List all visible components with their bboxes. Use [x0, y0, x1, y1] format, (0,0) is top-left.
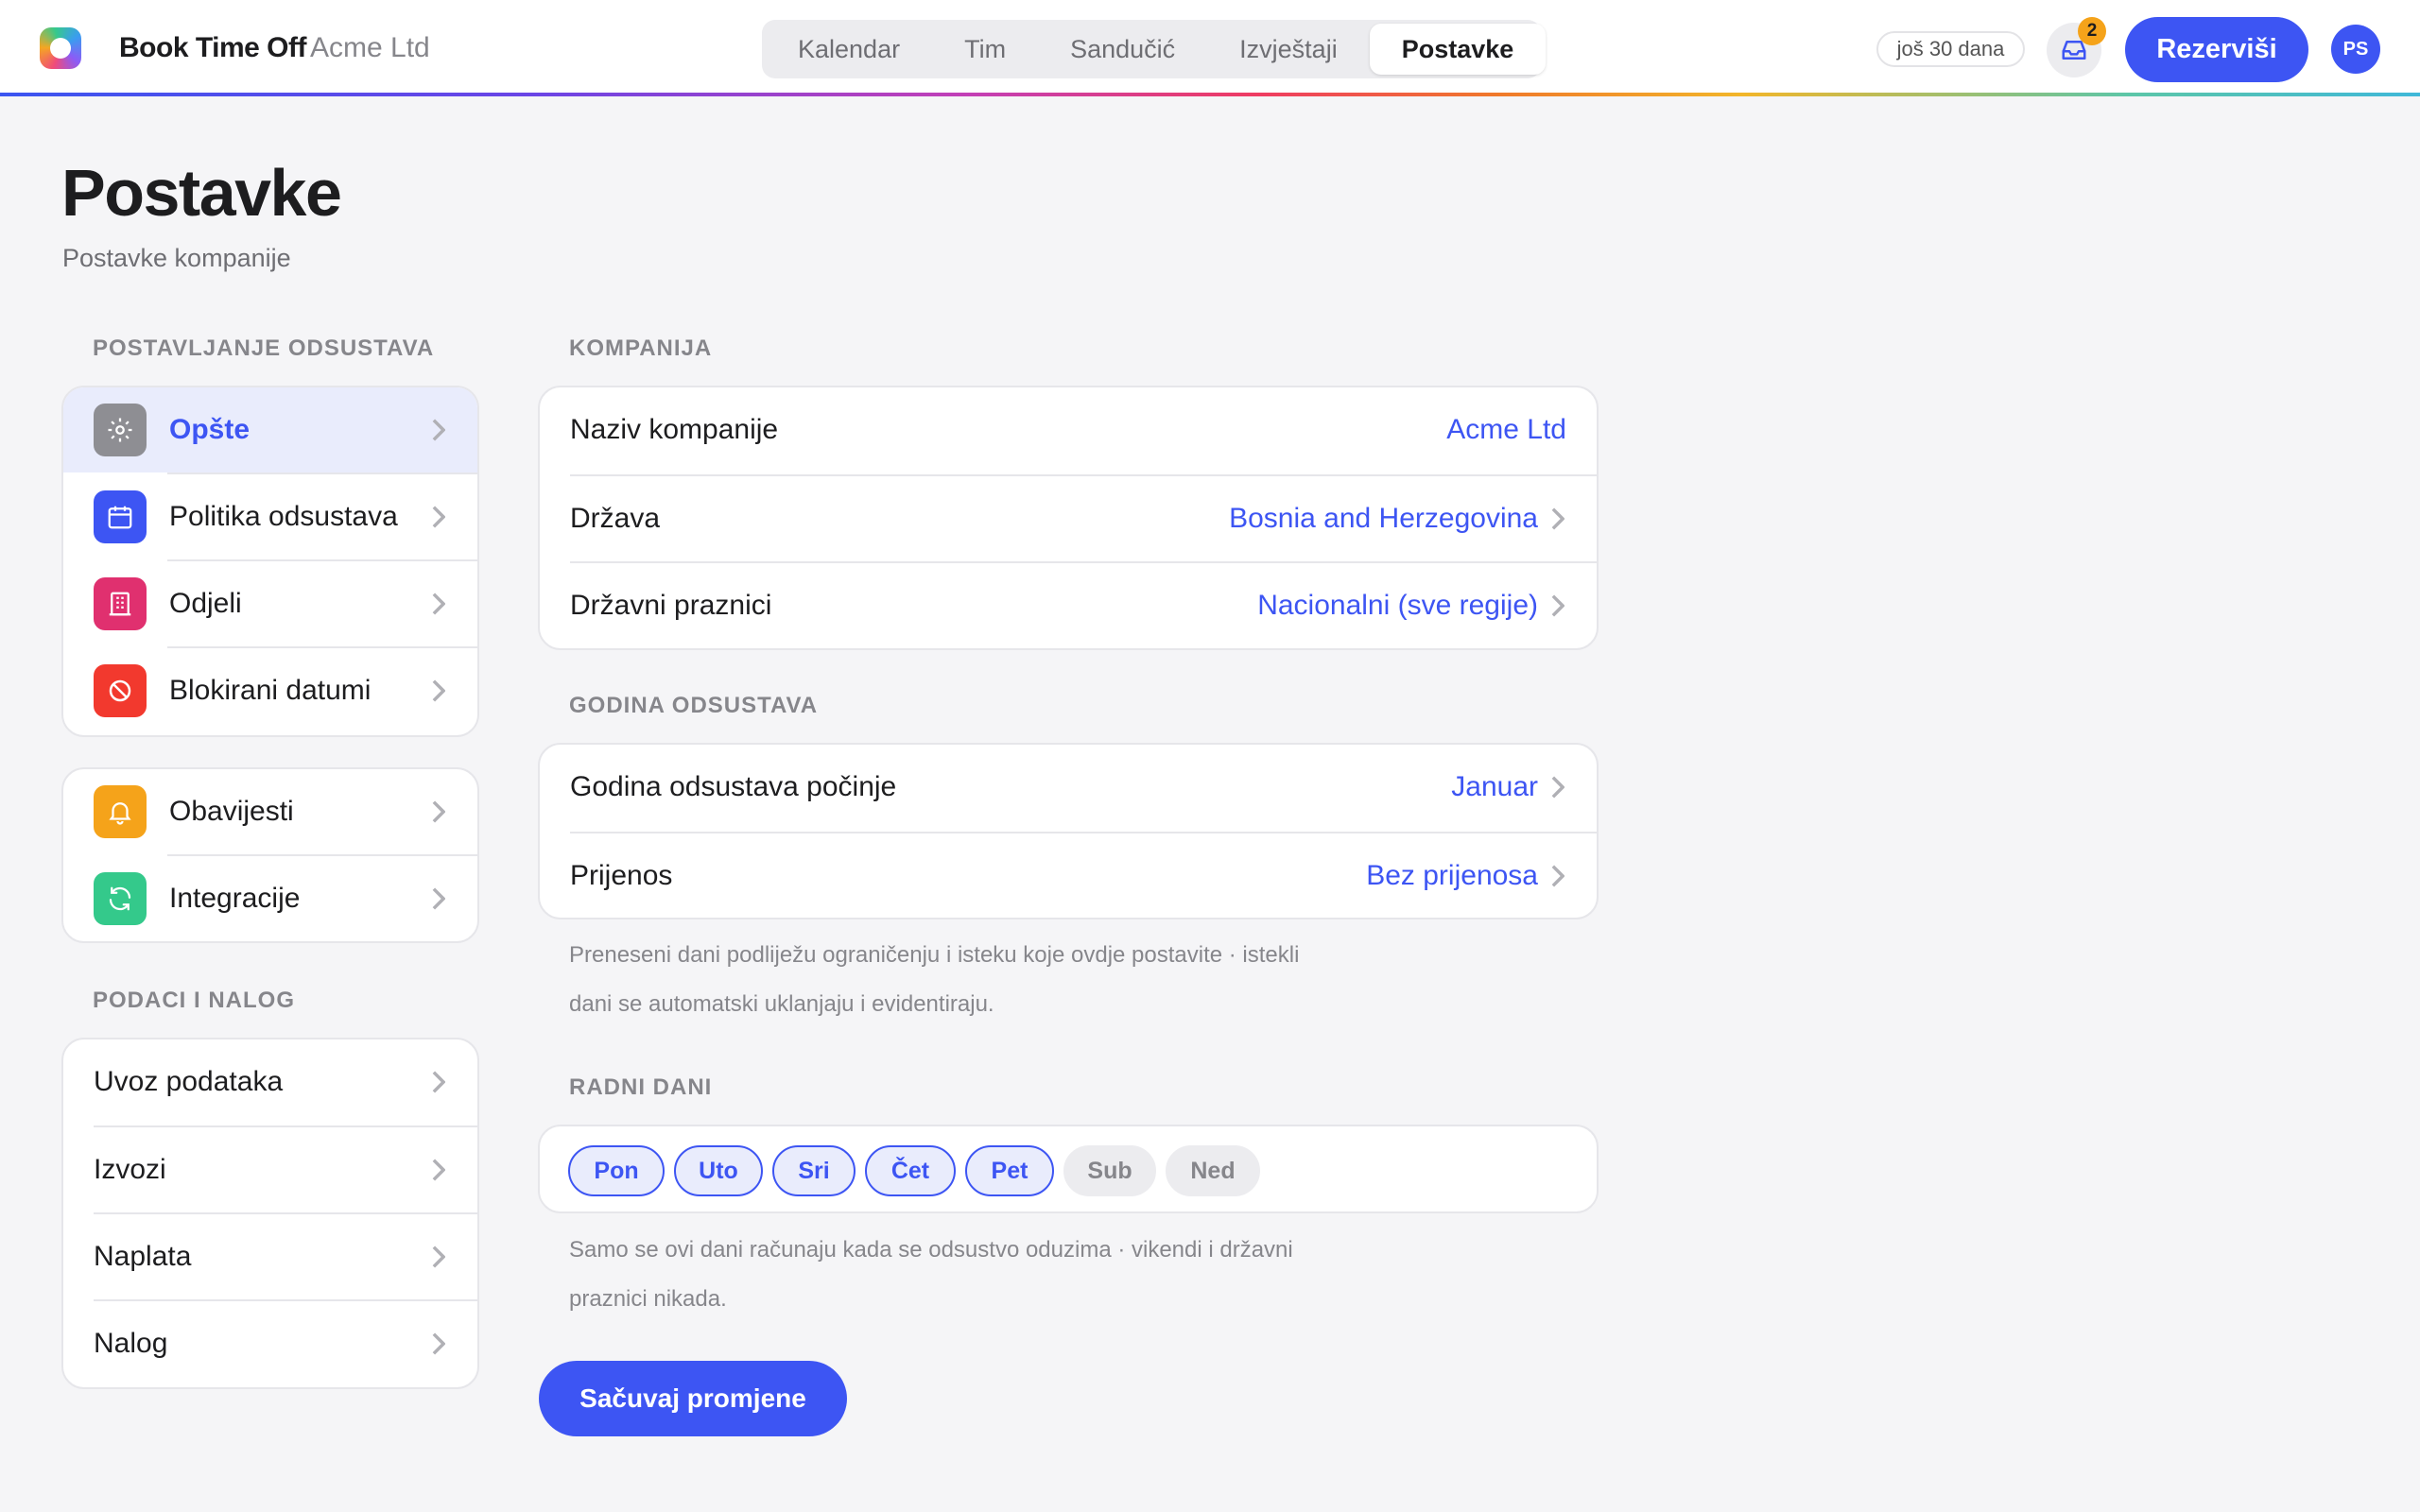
company-name: Acme Ltd — [310, 32, 430, 63]
sidebar-item-label: Odjeli — [169, 588, 242, 619]
carryover-help-text: Preneseni dani podliježu ograničenju i i… — [569, 931, 1299, 1029]
block-icon — [94, 664, 147, 717]
sidebar-item-izvozi[interactable]: Izvozi — [63, 1127, 477, 1212]
bell-icon — [94, 785, 147, 838]
setting-label: Državni praznici — [570, 590, 772, 621]
chevron-right-icon — [432, 1159, 445, 1181]
sidebar-item-label: Uvoz podataka — [94, 1066, 284, 1097]
help-line: Samo se ovi dani računaju kada se odsust… — [569, 1237, 1293, 1263]
leave-year-card: Godina odsustava počinje Januar Prijenos… — [538, 743, 1599, 919]
section-work-days: RADNI DANI — [569, 1074, 713, 1100]
setting-label: Država — [570, 503, 661, 534]
setting-value: Bez prijenosa — [1366, 860, 1538, 891]
calendar-icon — [94, 490, 147, 543]
tab-izvjestaji[interactable]: Izvještaji — [1207, 24, 1370, 75]
sidebar-item-nalog[interactable]: Nalog — [63, 1301, 477, 1386]
setting-row-public-holidays[interactable]: Državni praznici Nacionalni (sve regije) — [540, 563, 1597, 648]
sidebar-item-opste[interactable]: Opšte — [63, 387, 477, 472]
save-changes-button[interactable]: Sačuvaj promjene — [539, 1361, 847, 1436]
section-company: KOMPANIJA — [569, 335, 713, 361]
sidebar-item-label: Blokirani datumi — [169, 675, 372, 706]
chevron-right-icon — [432, 1071, 445, 1093]
setting-label: Naziv kompanije — [570, 414, 779, 445]
sidebar-item-label: Obavijesti — [169, 796, 294, 827]
app-logo-icon — [40, 27, 81, 69]
setting-label: Godina odsustava počinje — [570, 771, 897, 802]
sidebar-group-notifications: Obavijesti Integracije — [61, 767, 479, 943]
user-avatar[interactable]: PS — [2331, 25, 2380, 74]
sidebar-group-leave-setup: Opšte Politika odsustava Odjeli Blokiran… — [61, 386, 479, 737]
sidebar-section-data-account: PODACI I NALOG — [93, 988, 296, 1013]
section-leave-year: GODINA ODSUSTAVA — [569, 693, 819, 718]
gear-icon — [94, 404, 147, 456]
help-line: dani se automatski uklanjaju i evidentir… — [569, 991, 994, 1017]
inbox-count-badge: 2 — [2078, 17, 2106, 45]
sidebar-item-label: Politika odsustava — [169, 501, 398, 532]
book-time-off-button[interactable]: Rezerviši — [2125, 17, 2308, 82]
sidebar-item-label: Nalog — [94, 1328, 168, 1359]
sidebar-item-politika-odsustava[interactable]: Politika odsustava — [63, 474, 477, 559]
sidebar-item-integracije[interactable]: Integracije — [63, 856, 477, 941]
day-chip-sri[interactable]: Sri — [772, 1145, 856, 1196]
chevron-right-icon — [432, 1246, 445, 1268]
top-bar: Book Time Off Acme Ltd Kalendar Tim Sand… — [0, 0, 2420, 96]
setting-row-leave-year-start[interactable]: Godina odsustava počinje Januar — [540, 745, 1597, 830]
sidebar-item-uvoz-podataka[interactable]: Uvoz podataka — [63, 1040, 477, 1125]
chevron-right-icon — [1551, 594, 1564, 617]
setting-value: Bosnia and Herzegovina — [1229, 503, 1538, 534]
company-settings-card: Naziv kompanije Acme Ltd Država Bosnia a… — [538, 386, 1599, 650]
chevron-right-icon — [1551, 865, 1564, 887]
sidebar-item-naplata[interactable]: Naplata — [63, 1214, 477, 1299]
day-chip-uto[interactable]: Uto — [674, 1145, 763, 1196]
tab-postavke[interactable]: Postavke — [1369, 24, 1547, 75]
chevron-right-icon — [432, 506, 445, 528]
sidebar-section-leave-setup: POSTAVLJANJE ODSUSTAVA — [93, 335, 435, 361]
tab-sanducic[interactable]: Sandučić — [1038, 24, 1207, 75]
day-chip-sub[interactable]: Sub — [1063, 1145, 1156, 1196]
sidebar-item-blokirani-datumi[interactable]: Blokirani datumi — [63, 648, 477, 733]
work-days-help-text: Samo se ovi dani računaju kada se odsust… — [569, 1226, 1293, 1324]
chevron-right-icon — [432, 800, 445, 823]
setting-row-country[interactable]: Država Bosnia and Herzegovina — [540, 476, 1597, 561]
help-line: praznici nikada. — [569, 1286, 727, 1312]
sidebar-item-label: Integracije — [169, 883, 301, 914]
sidebar-item-label: Izvozi — [94, 1154, 166, 1185]
building-icon — [94, 577, 147, 630]
page-subtitle: Postavke kompanije — [62, 244, 291, 272]
tab-tim[interactable]: Tim — [932, 24, 1038, 75]
brand-name: Book Time Off — [119, 32, 306, 63]
day-chip-ned[interactable]: Ned — [1166, 1145, 1260, 1196]
setting-value: Nacionalni (sve regije) — [1257, 590, 1538, 621]
setting-label: Prijenos — [570, 860, 673, 891]
chevron-right-icon — [432, 679, 445, 702]
sidebar-group-data-account: Uvoz podataka Izvozi Naplata Nalog — [61, 1038, 479, 1389]
setting-row-carryover[interactable]: Prijenos Bez prijenosa — [540, 833, 1597, 918]
chevron-right-icon — [1551, 507, 1564, 530]
chevron-right-icon — [432, 419, 445, 441]
sidebar-item-odjeli[interactable]: Odjeli — [63, 561, 477, 646]
chevron-right-icon — [1551, 776, 1564, 799]
day-chip-pet[interactable]: Pet — [965, 1145, 1054, 1196]
sidebar-item-label: Opšte — [169, 414, 251, 445]
sidebar-item-label: Naplata — [94, 1241, 192, 1272]
sync-icon — [94, 872, 147, 925]
chevron-right-icon — [432, 887, 445, 910]
chevron-right-icon — [432, 1332, 445, 1355]
tab-kalendar[interactable]: Kalendar — [766, 24, 932, 75]
setting-value: Januar — [1451, 771, 1538, 802]
page-title: Postavke — [61, 156, 342, 230]
day-chip-cet[interactable]: Čet — [865, 1145, 956, 1196]
help-line: Preneseni dani podliježu ograničenju i i… — [569, 942, 1300, 968]
header-accent-stripe — [0, 93, 2420, 96]
day-chip-pon[interactable]: Pon — [568, 1145, 665, 1196]
setting-value: Acme Ltd — [1446, 414, 1566, 445]
setting-row-company-name[interactable]: Naziv kompanije Acme Ltd — [540, 387, 1597, 472]
trial-remaining-badge[interactable]: još 30 dana — [1876, 31, 2025, 67]
work-days-card: Pon Uto Sri Čet Pet Sub Ned — [538, 1125, 1599, 1213]
chevron-right-icon — [432, 593, 445, 615]
sidebar-item-obavijesti[interactable]: Obavijesti — [63, 769, 477, 854]
main-nav-tabs: Kalendar Tim Sandučić Izvještaji Postavk… — [762, 20, 1547, 78]
